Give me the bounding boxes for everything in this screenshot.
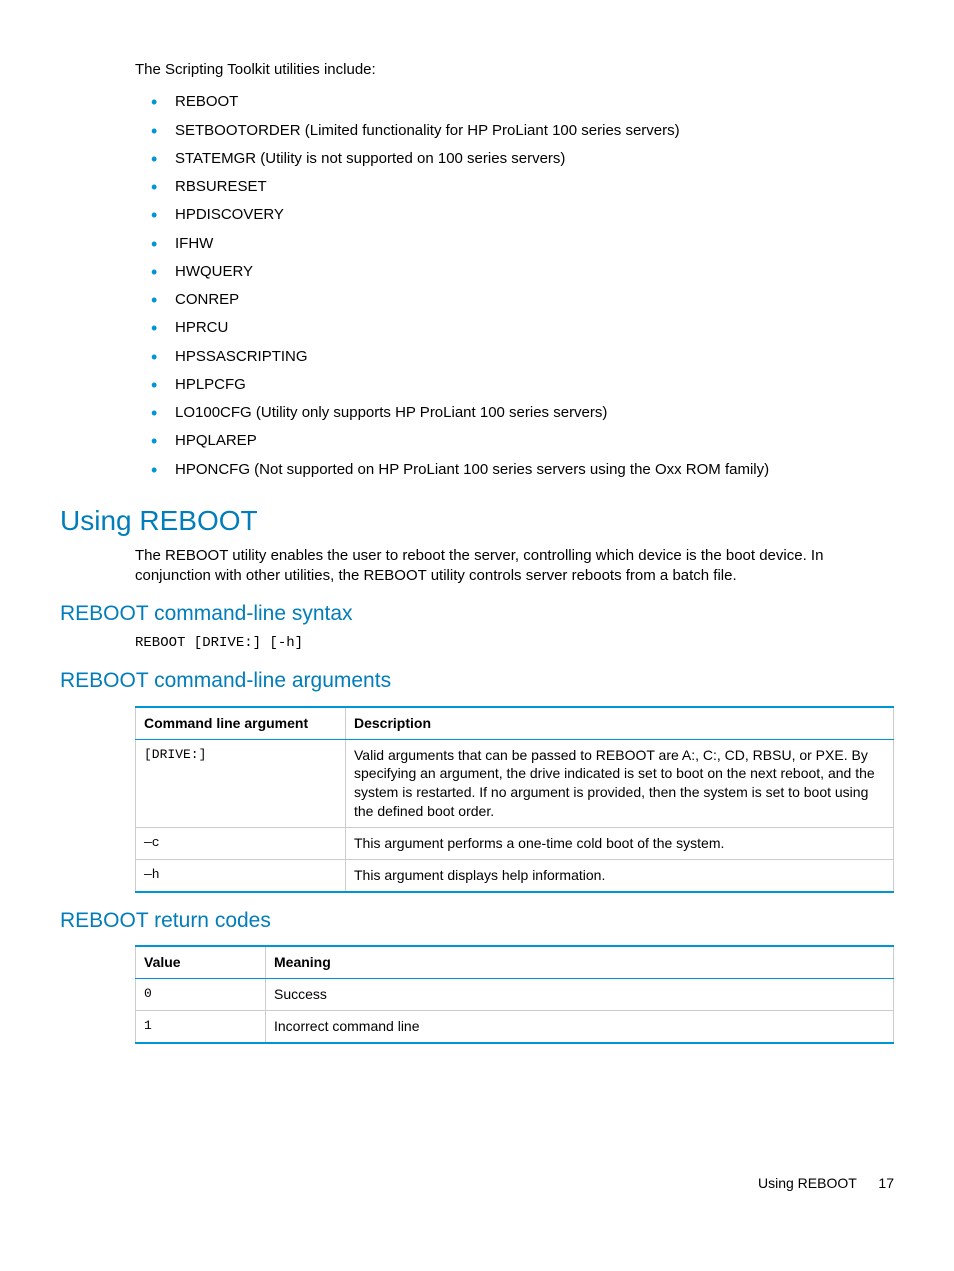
- syntax-code: REBOOT [DRIVE:] [-h]: [135, 634, 894, 653]
- subsection-heading-syntax: REBOOT command-line syntax: [60, 600, 894, 628]
- list-item: HWQUERY: [175, 258, 894, 286]
- list-item: STATEMGR (Utility is not supported on 10…: [175, 145, 894, 173]
- arg-cell: [DRIVE:]: [136, 739, 346, 828]
- table-row: [DRIVE:]Valid arguments that can be pass…: [136, 739, 894, 828]
- meaning-cell: Success: [266, 979, 894, 1011]
- page-footer: Using REBOOT 17: [60, 1174, 894, 1193]
- table-row: —cThis argument performs a one-time cold…: [136, 828, 894, 860]
- section-heading-using-reboot: Using REBOOT: [60, 502, 894, 540]
- table-row: 0Success: [136, 979, 894, 1011]
- codes-header-meaning: Meaning: [266, 946, 894, 978]
- value-cell: 1: [136, 1010, 266, 1042]
- codes-header-value: Value: [136, 946, 266, 978]
- subsection-heading-return-codes: REBOOT return codes: [60, 907, 894, 935]
- value-cell: 0: [136, 979, 266, 1011]
- list-item: HPONCFG (Not supported on HP ProLiant 10…: [175, 456, 894, 484]
- list-item: HPDISCOVERY: [175, 201, 894, 229]
- args-header-description: Description: [346, 707, 894, 739]
- args-header-argument: Command line argument: [136, 707, 346, 739]
- subsection-heading-arguments: REBOOT command-line arguments: [60, 667, 894, 695]
- arg-cell: —h: [136, 859, 346, 891]
- meaning-cell: Incorrect command line: [266, 1010, 894, 1042]
- list-item: CONREP: [175, 286, 894, 314]
- arg-cell: —c: [136, 828, 346, 860]
- desc-cell: This argument displays help information.: [346, 859, 894, 891]
- utilities-list: REBOOTSETBOOTORDER (Limited functionalit…: [60, 88, 894, 484]
- intro-text: The Scripting Toolkit utilities include:: [135, 60, 894, 80]
- desc-cell: Valid arguments that can be passed to RE…: [346, 739, 894, 828]
- footer-section-label: Using REBOOT: [758, 1175, 857, 1191]
- list-item: HPRCU: [175, 314, 894, 342]
- return-codes-table: Value Meaning 0Success1Incorrect command…: [135, 945, 894, 1044]
- arguments-table: Command line argument Description [DRIVE…: [135, 706, 894, 893]
- table-row: —hThis argument displays help informatio…: [136, 859, 894, 891]
- list-item: RBSURESET: [175, 173, 894, 201]
- desc-cell: This argument performs a one-time cold b…: [346, 828, 894, 860]
- args-body: [DRIVE:]Valid arguments that can be pass…: [136, 739, 894, 892]
- list-item: HPQLAREP: [175, 427, 894, 455]
- list-item: HPSSASCRIPTING: [175, 343, 894, 371]
- footer-page-number: 17: [878, 1175, 894, 1191]
- list-item: REBOOT: [175, 88, 894, 116]
- codes-body: 0Success1Incorrect command line: [136, 979, 894, 1043]
- list-item: SETBOOTORDER (Limited functionality for …: [175, 117, 894, 145]
- list-item: IFHW: [175, 230, 894, 258]
- table-row: 1Incorrect command line: [136, 1010, 894, 1042]
- list-item: LO100CFG (Utility only supports HP ProLi…: [175, 399, 894, 427]
- list-item: HPLPCFG: [175, 371, 894, 399]
- section-description: The REBOOT utility enables the user to r…: [135, 546, 894, 587]
